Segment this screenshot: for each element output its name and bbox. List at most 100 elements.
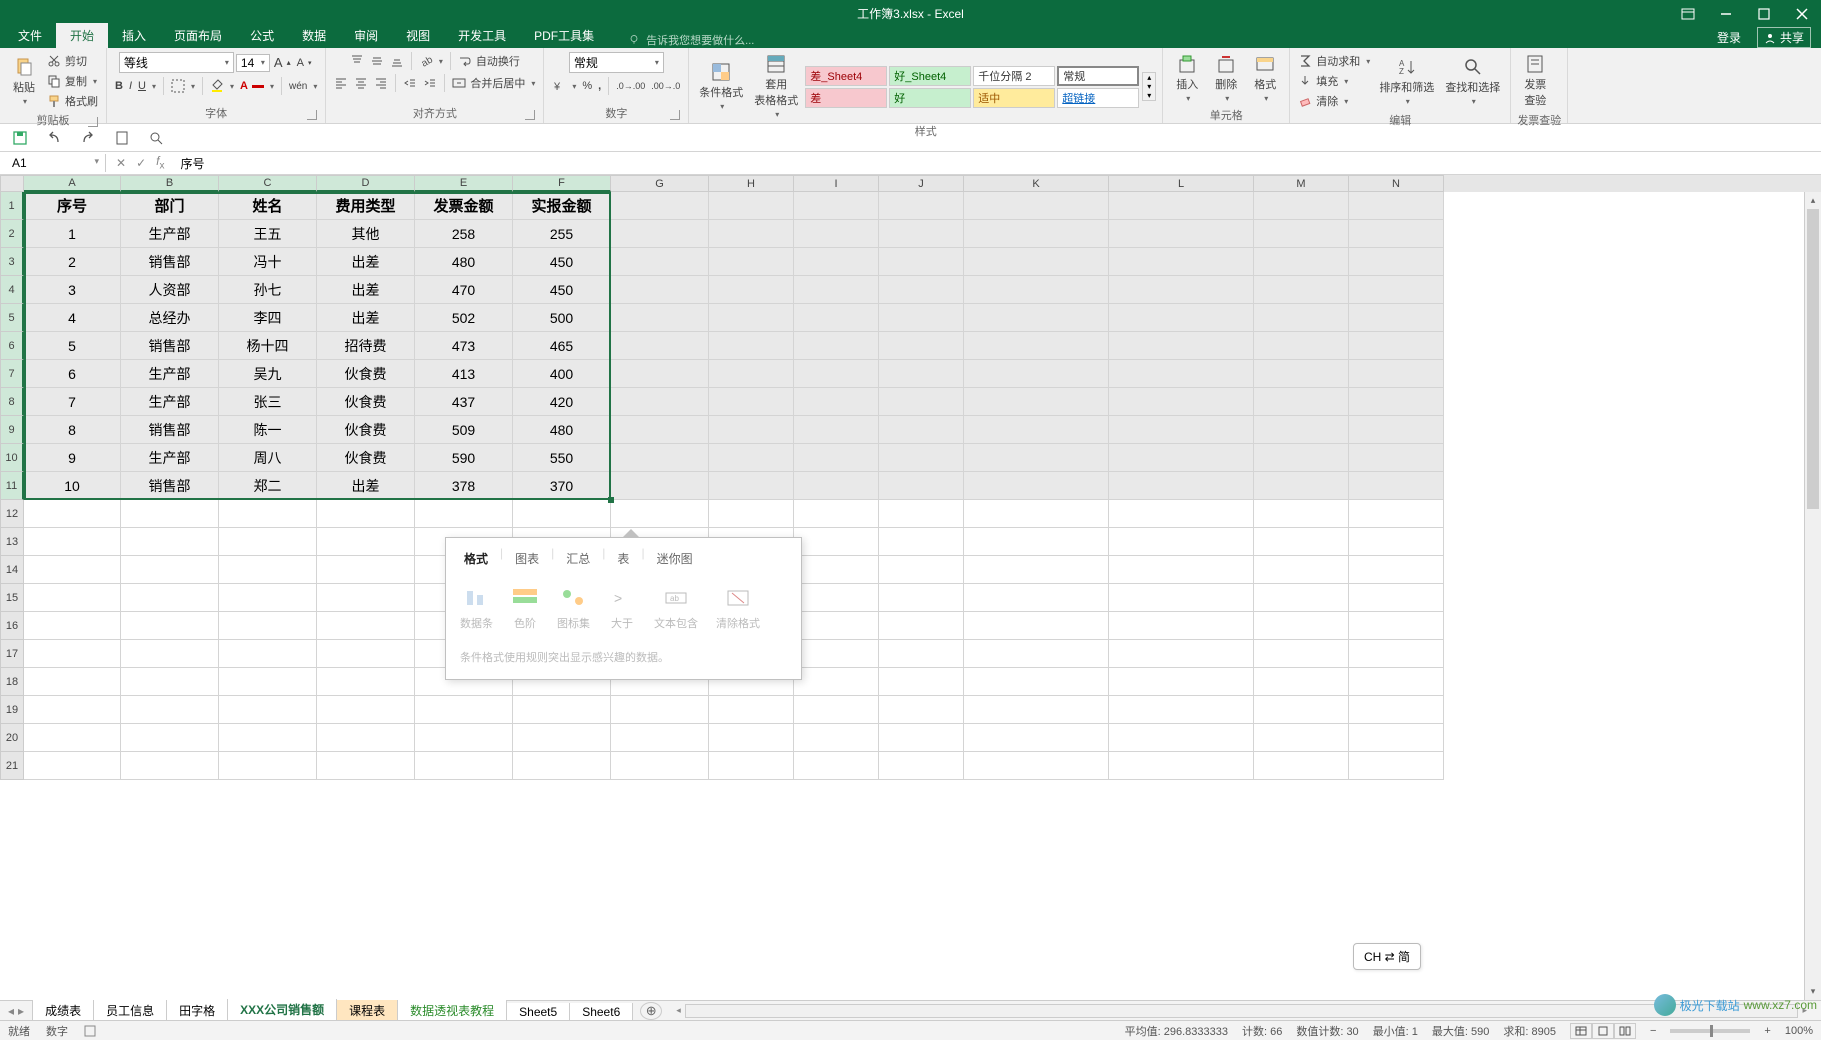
cell[interactable]: 3 xyxy=(24,276,121,304)
cell[interactable] xyxy=(317,668,415,696)
cell[interactable]: 生产部 xyxy=(121,360,219,388)
cell[interactable] xyxy=(1109,696,1254,724)
row-header[interactable]: 11 xyxy=(0,472,24,500)
cell[interactable] xyxy=(709,724,794,752)
grow-font-button[interactable]: A▴ xyxy=(272,54,293,71)
insert-cells-button[interactable]: 插入▾ xyxy=(1169,52,1205,105)
font-size-combo[interactable]: 14▾ xyxy=(236,54,270,72)
popup-tab-格式[interactable]: 格式 xyxy=(456,546,496,571)
undo-button[interactable] xyxy=(46,130,62,146)
quick-analysis-option[interactable]: 图标集 xyxy=(557,587,590,631)
cell[interactable] xyxy=(964,528,1109,556)
cell[interactable] xyxy=(1109,332,1254,360)
cell[interactable] xyxy=(611,304,709,332)
ribbon-tab-文件[interactable]: 文件 xyxy=(4,23,56,48)
cell[interactable]: 6 xyxy=(24,360,121,388)
cell[interactable] xyxy=(879,192,964,220)
alignment-dialog-launcher[interactable] xyxy=(525,110,535,120)
cell[interactable]: 孙七 xyxy=(219,276,317,304)
cell[interactable] xyxy=(121,640,219,668)
number-format-combo[interactable]: 常规▾ xyxy=(569,52,664,73)
cell[interactable] xyxy=(1109,584,1254,612)
cell[interactable] xyxy=(794,472,879,500)
cell[interactable] xyxy=(794,332,879,360)
cell[interactable] xyxy=(1254,444,1349,472)
cell[interactable] xyxy=(24,612,121,640)
zoom-slider[interactable] xyxy=(1670,1029,1750,1033)
clear-button[interactable]: 清除▾ xyxy=(1296,92,1372,110)
cell[interactable] xyxy=(879,696,964,724)
cell[interactable] xyxy=(611,416,709,444)
cell-styles-gallery[interactable]: 差_Sheet4好_Sheet4千位分隔 2常规差好适中超链接 xyxy=(805,66,1139,108)
cell[interactable] xyxy=(1254,192,1349,220)
cell[interactable] xyxy=(794,248,879,276)
cell[interactable] xyxy=(611,388,709,416)
cell[interactable] xyxy=(1349,696,1444,724)
gallery-more-button[interactable]: ▾ xyxy=(1143,91,1155,100)
cell[interactable] xyxy=(879,584,964,612)
cell[interactable] xyxy=(219,556,317,584)
cell[interactable] xyxy=(219,724,317,752)
cell[interactable] xyxy=(1109,304,1254,332)
cell[interactable] xyxy=(964,472,1109,500)
cell[interactable] xyxy=(317,724,415,752)
column-header[interactable]: F xyxy=(513,175,611,192)
name-box[interactable]: A1 xyxy=(6,154,106,172)
cell[interactable] xyxy=(709,416,794,444)
row-header[interactable]: 15 xyxy=(0,584,24,612)
cell[interactable] xyxy=(1349,304,1444,332)
cell[interactable] xyxy=(513,724,611,752)
row-header[interactable]: 7 xyxy=(0,360,24,388)
cell[interactable] xyxy=(964,388,1109,416)
cell[interactable] xyxy=(879,220,964,248)
cell[interactable] xyxy=(964,668,1109,696)
cell[interactable] xyxy=(317,500,415,528)
cell[interactable] xyxy=(1254,528,1349,556)
ribbon-tab-开始[interactable]: 开始 xyxy=(56,23,108,48)
increase-decimal-button[interactable]: .0→.00 xyxy=(614,80,647,92)
row-header[interactable]: 5 xyxy=(0,304,24,332)
cell[interactable] xyxy=(1109,528,1254,556)
cell[interactable] xyxy=(1349,640,1444,668)
cell[interactable]: 序号 xyxy=(24,192,121,220)
row-header[interactable]: 2 xyxy=(0,220,24,248)
column-header[interactable]: J xyxy=(879,175,964,192)
cell[interactable]: 杨十四 xyxy=(219,332,317,360)
cell[interactable] xyxy=(1109,612,1254,640)
underline-button[interactable]: U▾ xyxy=(136,79,158,93)
row-header[interactable]: 8 xyxy=(0,388,24,416)
row-header[interactable]: 14 xyxy=(0,556,24,584)
align-right-button[interactable] xyxy=(372,75,390,91)
sheet-tab[interactable]: 课程表 xyxy=(336,1000,398,1022)
cell[interactable]: 1 xyxy=(24,220,121,248)
cell[interactable] xyxy=(24,528,121,556)
cell[interactable] xyxy=(24,724,121,752)
row-header[interactable]: 13 xyxy=(0,528,24,556)
close-button[interactable] xyxy=(1783,0,1821,27)
cell[interactable] xyxy=(1109,276,1254,304)
gallery-up-button[interactable]: ▴ xyxy=(1143,73,1155,82)
cell[interactable] xyxy=(709,332,794,360)
cell[interactable]: 发票金额 xyxy=(415,192,513,220)
gallery-scroll[interactable]: ▴ ▾ ▾ xyxy=(1142,72,1156,101)
merge-center-button[interactable]: 合并后居中▾ xyxy=(450,74,537,92)
cell-style-option[interactable]: 千位分隔 2 xyxy=(973,66,1055,86)
cell[interactable] xyxy=(1109,416,1254,444)
cell[interactable] xyxy=(879,416,964,444)
popup-tab-迷你图[interactable]: 迷你图 xyxy=(649,546,701,571)
cell[interactable]: 周八 xyxy=(219,444,317,472)
cell[interactable] xyxy=(709,472,794,500)
sheet-tab[interactable]: 数据透视表教程 xyxy=(397,1000,507,1022)
invoice-check-button[interactable]: 发票 查验 xyxy=(1517,52,1553,110)
spreadsheet-grid[interactable]: ABCDEFGHIJKLMN1序号部门姓名费用类型发票金额实报金额21生产部王五… xyxy=(0,175,1821,1000)
cell[interactable]: 伙食费 xyxy=(317,416,415,444)
ribbon-tab-数据[interactable]: 数据 xyxy=(288,23,340,48)
cell[interactable] xyxy=(879,724,964,752)
cell[interactable] xyxy=(1254,248,1349,276)
cell[interactable] xyxy=(317,584,415,612)
cell[interactable] xyxy=(964,500,1109,528)
cell[interactable]: 生产部 xyxy=(121,388,219,416)
format-cells-button[interactable]: 格式▾ xyxy=(1247,52,1283,105)
cell[interactable] xyxy=(964,416,1109,444)
cell[interactable] xyxy=(611,248,709,276)
